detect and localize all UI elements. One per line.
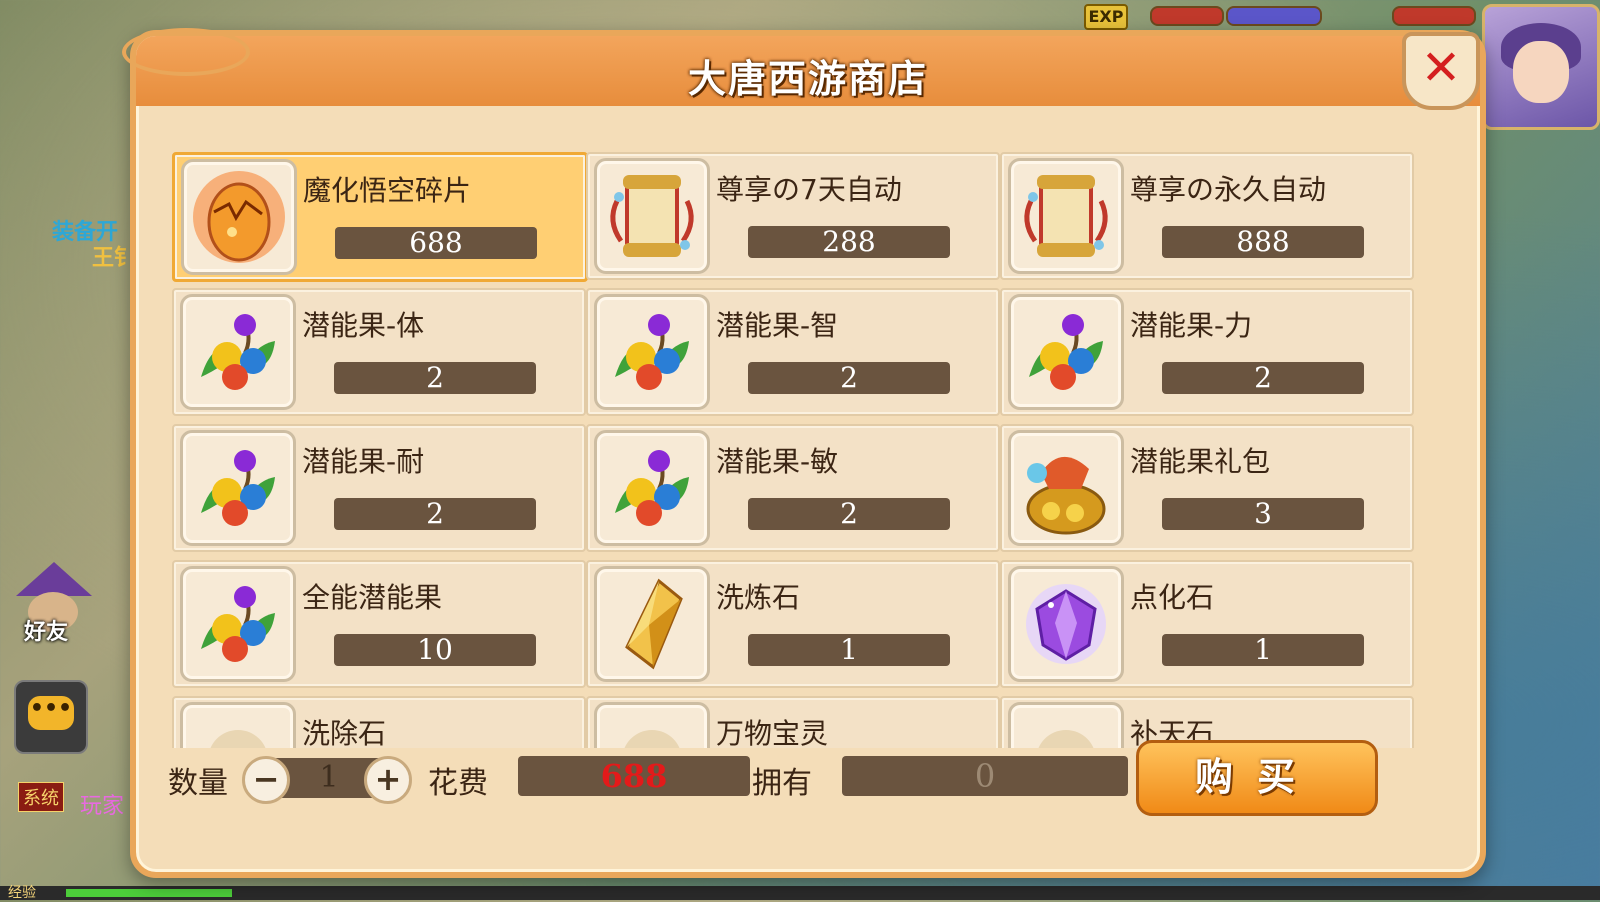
friend-label: 好友 (24, 620, 69, 645)
item-name: 全能潜能果 (302, 581, 443, 614)
partial-item-icon (594, 702, 710, 748)
potential-fruit-icon (180, 294, 296, 410)
shop-item-card[interactable]: 点化石 1 (1000, 560, 1414, 688)
quantity-label: 数量 (168, 766, 228, 801)
quantity-minus-button[interactable]: − (242, 756, 290, 804)
item-price: 688 (335, 227, 537, 259)
close-icon: ✕ (1420, 40, 1462, 96)
scroll-icon (1008, 158, 1124, 274)
item-price: 10 (334, 634, 536, 666)
potential-fruit-icon (594, 294, 710, 410)
shop-item-card[interactable]: 潜能果-智 2 (586, 288, 1000, 416)
partial-item-icon (1008, 702, 1124, 748)
item-name: 潜能果-体 (302, 309, 425, 342)
shop-item-card[interactable]: 潜能果-体 2 (172, 288, 586, 416)
item-grid[interactable]: 魔化悟空碎片 688 尊享の7天自动 288 尊享の永久自动 888 潜能果-体 2 潜能果-智… (172, 152, 1418, 748)
potential-fruit-icon (1008, 294, 1124, 410)
experience-label: 经验 (8, 885, 36, 901)
experience-bar: 经验 (0, 885, 1600, 901)
shop-item-card[interactable]: 万物宝灵 (586, 696, 1000, 748)
item-price: 1 (748, 634, 950, 666)
item-name: 点化石 (1130, 581, 1215, 614)
shop-item-card[interactable]: 潜能果礼包 3 (1000, 424, 1414, 552)
item-name: 洗炼石 (716, 581, 801, 614)
mp-bar (1226, 6, 1322, 26)
item-name: 潜能果-敏 (716, 445, 839, 478)
gift-bag-icon (1008, 430, 1124, 546)
quantity-value[interactable]: 1 (308, 760, 350, 795)
shop-item-card[interactable]: 尊享の7天自动 288 (586, 152, 1000, 280)
system-tag: 系统 (18, 782, 64, 812)
item-price: 1 (1162, 634, 1364, 666)
item-name: 洗除石 (302, 717, 387, 748)
title-bar: 大唐西游商店 (122, 28, 1480, 106)
buy-button[interactable]: 购买 (1136, 740, 1378, 816)
potential-fruit-icon (180, 566, 296, 682)
item-name: 尊享の7天自动 (716, 173, 902, 206)
shop-item-card[interactable]: 洗炼石 1 (586, 560, 1000, 688)
target-hp-bar (1392, 6, 1476, 26)
item-name: 潜能果-耐 (302, 445, 425, 478)
shop-dialog: 大唐西游商店 ✕ 魔化悟空碎片 688 尊享の7天自动 288 尊享の永久自动 888 潜能… (122, 28, 1486, 878)
hp-bar (1150, 6, 1224, 26)
cracked-egg-icon (181, 159, 297, 275)
item-name: 尊享の永久自动 (1130, 173, 1327, 206)
gold-crystal-icon (594, 566, 710, 682)
item-price: 2 (748, 362, 950, 394)
cost-label: 花费 (428, 766, 488, 801)
potential-fruit-icon (180, 430, 296, 546)
cost-value: 688 (518, 756, 750, 796)
exp-badge: EXP (1084, 4, 1128, 30)
scroll-icon (594, 158, 710, 274)
shop-item-card[interactable]: 全能潜能果 10 (172, 560, 586, 688)
item-name: 潜能果-智 (716, 309, 839, 342)
player-chat-text: 玩家 (80, 794, 125, 819)
item-price: 288 (748, 226, 950, 258)
item-price: 2 (748, 498, 950, 530)
friend-hat-icon (16, 562, 92, 596)
item-name: 万物宝灵 (716, 717, 829, 748)
shop-item-card[interactable]: 魔化悟空碎片 688 (172, 152, 588, 282)
potential-fruit-icon (594, 430, 710, 546)
item-price: 2 (334, 362, 536, 394)
close-button[interactable]: ✕ (1402, 32, 1480, 110)
chat-bubble-icon: ••• (28, 696, 74, 730)
shop-title: 大唐西游商店 (687, 57, 928, 101)
shop-item-card[interactable]: 潜能果-敏 2 (586, 424, 1000, 552)
shop-item-card[interactable]: 潜能果-耐 2 (172, 424, 586, 552)
item-price: 2 (334, 498, 536, 530)
own-label: 拥有 (752, 766, 812, 801)
experience-fill (66, 889, 232, 897)
shop-item-card[interactable]: 尊享の永久自动 888 (1000, 152, 1414, 280)
own-value: 0 (842, 756, 1128, 796)
chat-button[interactable]: ••• (14, 680, 88, 754)
partial-item-icon (180, 702, 296, 748)
item-price: 888 (1162, 226, 1364, 258)
item-price: 3 (1162, 498, 1364, 530)
quantity-plus-button[interactable]: + (364, 756, 412, 804)
item-name: 潜能果-力 (1130, 309, 1253, 342)
shop-item-card[interactable]: 洗除石 (172, 696, 586, 748)
friend-button[interactable]: 好友 (10, 562, 92, 646)
purple-gem-icon (1008, 566, 1124, 682)
item-name: 魔化悟空碎片 (303, 174, 472, 207)
player-avatar[interactable] (1482, 4, 1600, 130)
item-name: 潜能果礼包 (1130, 445, 1271, 478)
shop-item-card[interactable]: 潜能果-力 2 (1000, 288, 1414, 416)
item-price: 2 (1162, 362, 1364, 394)
